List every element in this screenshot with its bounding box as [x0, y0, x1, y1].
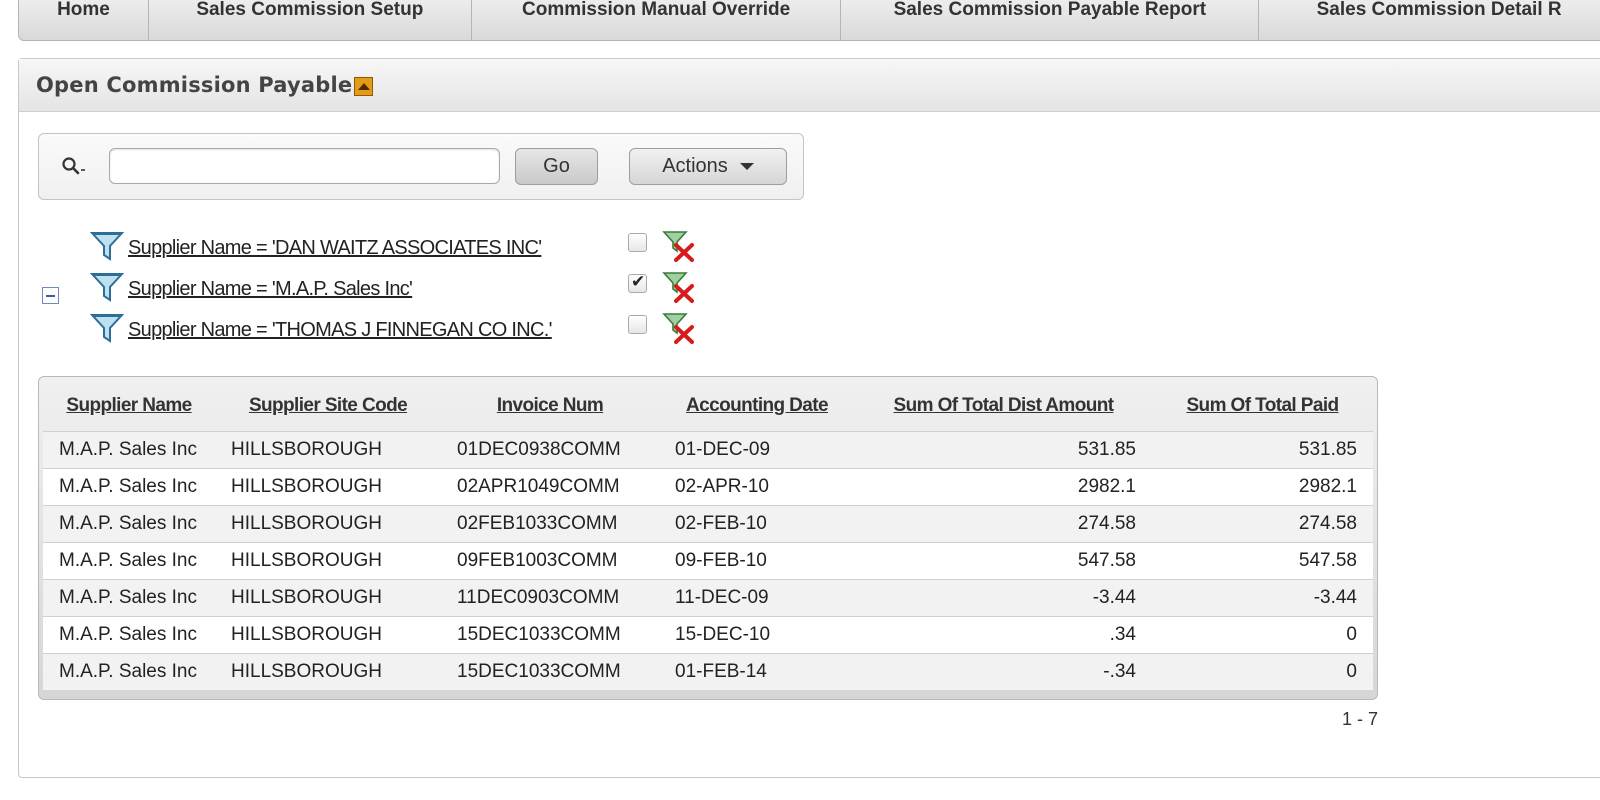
filter-link[interactable]: Supplier Name = 'M.A.P. Sales Inc': [128, 278, 413, 301]
tab-label: Sales Commission Detail R: [1316, 0, 1562, 20]
tab-label: Sales Commission Setup: [196, 0, 424, 20]
cell-supplier-site-code: HILLSBOROUGH: [215, 652, 441, 690]
actions-menu-button[interactable]: Actions: [629, 148, 787, 185]
cell-supplier-name: M.A.P. Sales Inc: [43, 615, 215, 653]
column-header-sum-total-paid[interactable]: Sum Of Total Paid: [1152, 381, 1373, 431]
cell-supplier-site-code: HILLSBOROUGH: [215, 430, 441, 468]
table-header-row: Supplier Name Supplier Site Code Invoice…: [43, 381, 1373, 431]
cell-invoice-num: 09FEB1003COMM: [441, 541, 659, 579]
pagination-range: 1 - 7: [1341, 709, 1378, 729]
cell-supplier-name: M.A.P. Sales Inc: [43, 467, 215, 505]
cell-accounting-date: 11-DEC-09: [659, 578, 855, 616]
column-header-sum-total-dist-amount[interactable]: Sum Of Total Dist Amount: [855, 381, 1152, 431]
cell-supplier-name: M.A.P. Sales Inc: [43, 430, 215, 468]
cell-supplier-site-code: HILLSBOROUGH: [215, 541, 441, 579]
column-header-invoice-num[interactable]: Invoice Num: [441, 381, 659, 431]
filter-funnel-icon: [90, 314, 124, 343]
cell-supplier-name: M.A.P. Sales Inc: [43, 578, 215, 616]
cell-total-paid: 547.58: [1152, 541, 1373, 579]
tab-sales-commission-payable-report[interactable]: Sales Commission Payable Report: [841, 0, 1260, 40]
table-row: M.A.P. Sales Inc HILLSBOROUGH 11DEC0903C…: [43, 578, 1373, 616]
cell-supplier-site-code: HILLSBOROUGH: [215, 504, 441, 542]
cell-total-dist-amount: -3.44: [855, 578, 1152, 616]
cell-total-paid: -3.44: [1152, 578, 1373, 616]
filter-enable-checkbox[interactable]: [628, 233, 647, 252]
filter-funnel-icon: [90, 232, 124, 261]
region-header: Open Commission Payable: [19, 59, 1600, 112]
tab-bar: Home Sales Commission Setup Commission M…: [18, 0, 1600, 41]
actions-label: Actions: [662, 155, 728, 177]
cell-accounting-date: 01-FEB-14: [659, 652, 855, 690]
region-title: Open Commission Payable: [36, 73, 353, 97]
tab-sales-commission-setup[interactable]: Sales Commission Setup: [149, 0, 472, 40]
cell-supplier-name: M.A.P. Sales Inc: [43, 652, 215, 690]
cell-total-paid: 0: [1152, 615, 1373, 653]
filter-enable-checkbox[interactable]: [628, 272, 647, 293]
table-row: M.A.P. Sales Inc HILLSBOROUGH 15DEC1033C…: [43, 615, 1373, 653]
filter-funnel-icon: [90, 273, 124, 302]
column-header-supplier-name[interactable]: Supplier Name: [43, 381, 215, 431]
cell-total-dist-amount: -.34: [855, 652, 1152, 690]
table-row: M.A.P. Sales Inc HILLSBOROUGH 01DEC0938C…: [43, 430, 1373, 468]
tab-home[interactable]: Home: [19, 0, 149, 40]
cell-accounting-date: 01-DEC-09: [659, 430, 855, 468]
tab-label: Home: [57, 0, 110, 20]
cell-total-dist-amount: .34: [855, 615, 1152, 653]
cell-invoice-num: 11DEC0903COMM: [441, 578, 659, 616]
report-table: Supplier Name Supplier Site Code Invoice…: [43, 381, 1373, 690]
cell-total-paid: 2982.1: [1152, 467, 1373, 505]
tab-label: Commission Manual Override: [522, 0, 791, 20]
go-button[interactable]: Go: [515, 148, 598, 185]
cell-total-dist-amount: 547.58: [855, 541, 1152, 579]
filter-enable-checkbox[interactable]: [628, 315, 647, 334]
search-input[interactable]: [109, 148, 500, 184]
cell-supplier-site-code: HILLSBOROUGH: [215, 467, 441, 505]
search-icon[interactable]: [61, 156, 87, 178]
cell-supplier-site-code: HILLSBOROUGH: [215, 578, 441, 616]
remove-filter-icon[interactable]: [662, 270, 696, 304]
table-row: M.A.P. Sales Inc HILLSBOROUGH 02FEB1033C…: [43, 504, 1373, 542]
table-row: M.A.P. Sales Inc HILLSBOROUGH 15DEC1033C…: [43, 652, 1373, 690]
cell-supplier-name: M.A.P. Sales Inc: [43, 504, 215, 542]
table-row: M.A.P. Sales Inc HILLSBOROUGH 02APR1049C…: [43, 467, 1373, 505]
search-bar: Go Actions: [38, 133, 804, 200]
collapse-filters-icon[interactable]: [42, 287, 59, 304]
remove-filter-icon[interactable]: [662, 229, 696, 263]
tab-label: Sales Commission Payable Report: [893, 0, 1207, 20]
cell-invoice-num: 15DEC1033COMM: [441, 615, 659, 653]
filter-link[interactable]: Supplier Name = 'DAN WAITZ ASSOCIATES IN…: [128, 237, 542, 260]
tab-sales-commission-detail-report[interactable]: Sales Commission Detail R: [1259, 0, 1600, 40]
cell-supplier-name: M.A.P. Sales Inc: [43, 541, 215, 579]
cell-accounting-date: 15-DEC-10: [659, 615, 855, 653]
cell-total-paid: 274.58: [1152, 504, 1373, 542]
cell-invoice-num: 01DEC0938COMM: [441, 430, 659, 468]
cell-accounting-date: 02-APR-10: [659, 467, 855, 505]
chevron-down-icon: [739, 163, 754, 170]
cell-accounting-date: 09-FEB-10: [659, 541, 855, 579]
report-table-container: Supplier Name Supplier Site Code Invoice…: [38, 376, 1378, 700]
table-row: M.A.P. Sales Inc HILLSBOROUGH 09FEB1003C…: [43, 541, 1373, 579]
tab-commission-manual-override[interactable]: Commission Manual Override: [472, 0, 842, 40]
cell-invoice-num: 15DEC1033COMM: [441, 652, 659, 690]
cell-supplier-site-code: HILLSBOROUGH: [215, 615, 441, 653]
column-header-supplier-site-code[interactable]: Supplier Site Code: [215, 381, 441, 431]
cell-total-paid: 0: [1152, 652, 1373, 690]
help-icon[interactable]: [354, 76, 374, 96]
cell-invoice-num: 02APR1049COMM: [441, 467, 659, 505]
cell-total-paid: 531.85: [1152, 430, 1373, 468]
cell-total-dist-amount: 2982.1: [855, 467, 1152, 505]
filter-link[interactable]: Supplier Name = 'THOMAS J FINNEGAN CO IN…: [128, 319, 552, 342]
cell-invoice-num: 02FEB1033COMM: [441, 504, 659, 542]
cell-accounting-date: 02-FEB-10: [659, 504, 855, 542]
column-header-accounting-date[interactable]: Accounting Date: [659, 381, 855, 431]
remove-filter-icon[interactable]: [662, 311, 696, 345]
cell-total-dist-amount: 274.58: [855, 504, 1152, 542]
cell-total-dist-amount: 531.85: [855, 430, 1152, 468]
